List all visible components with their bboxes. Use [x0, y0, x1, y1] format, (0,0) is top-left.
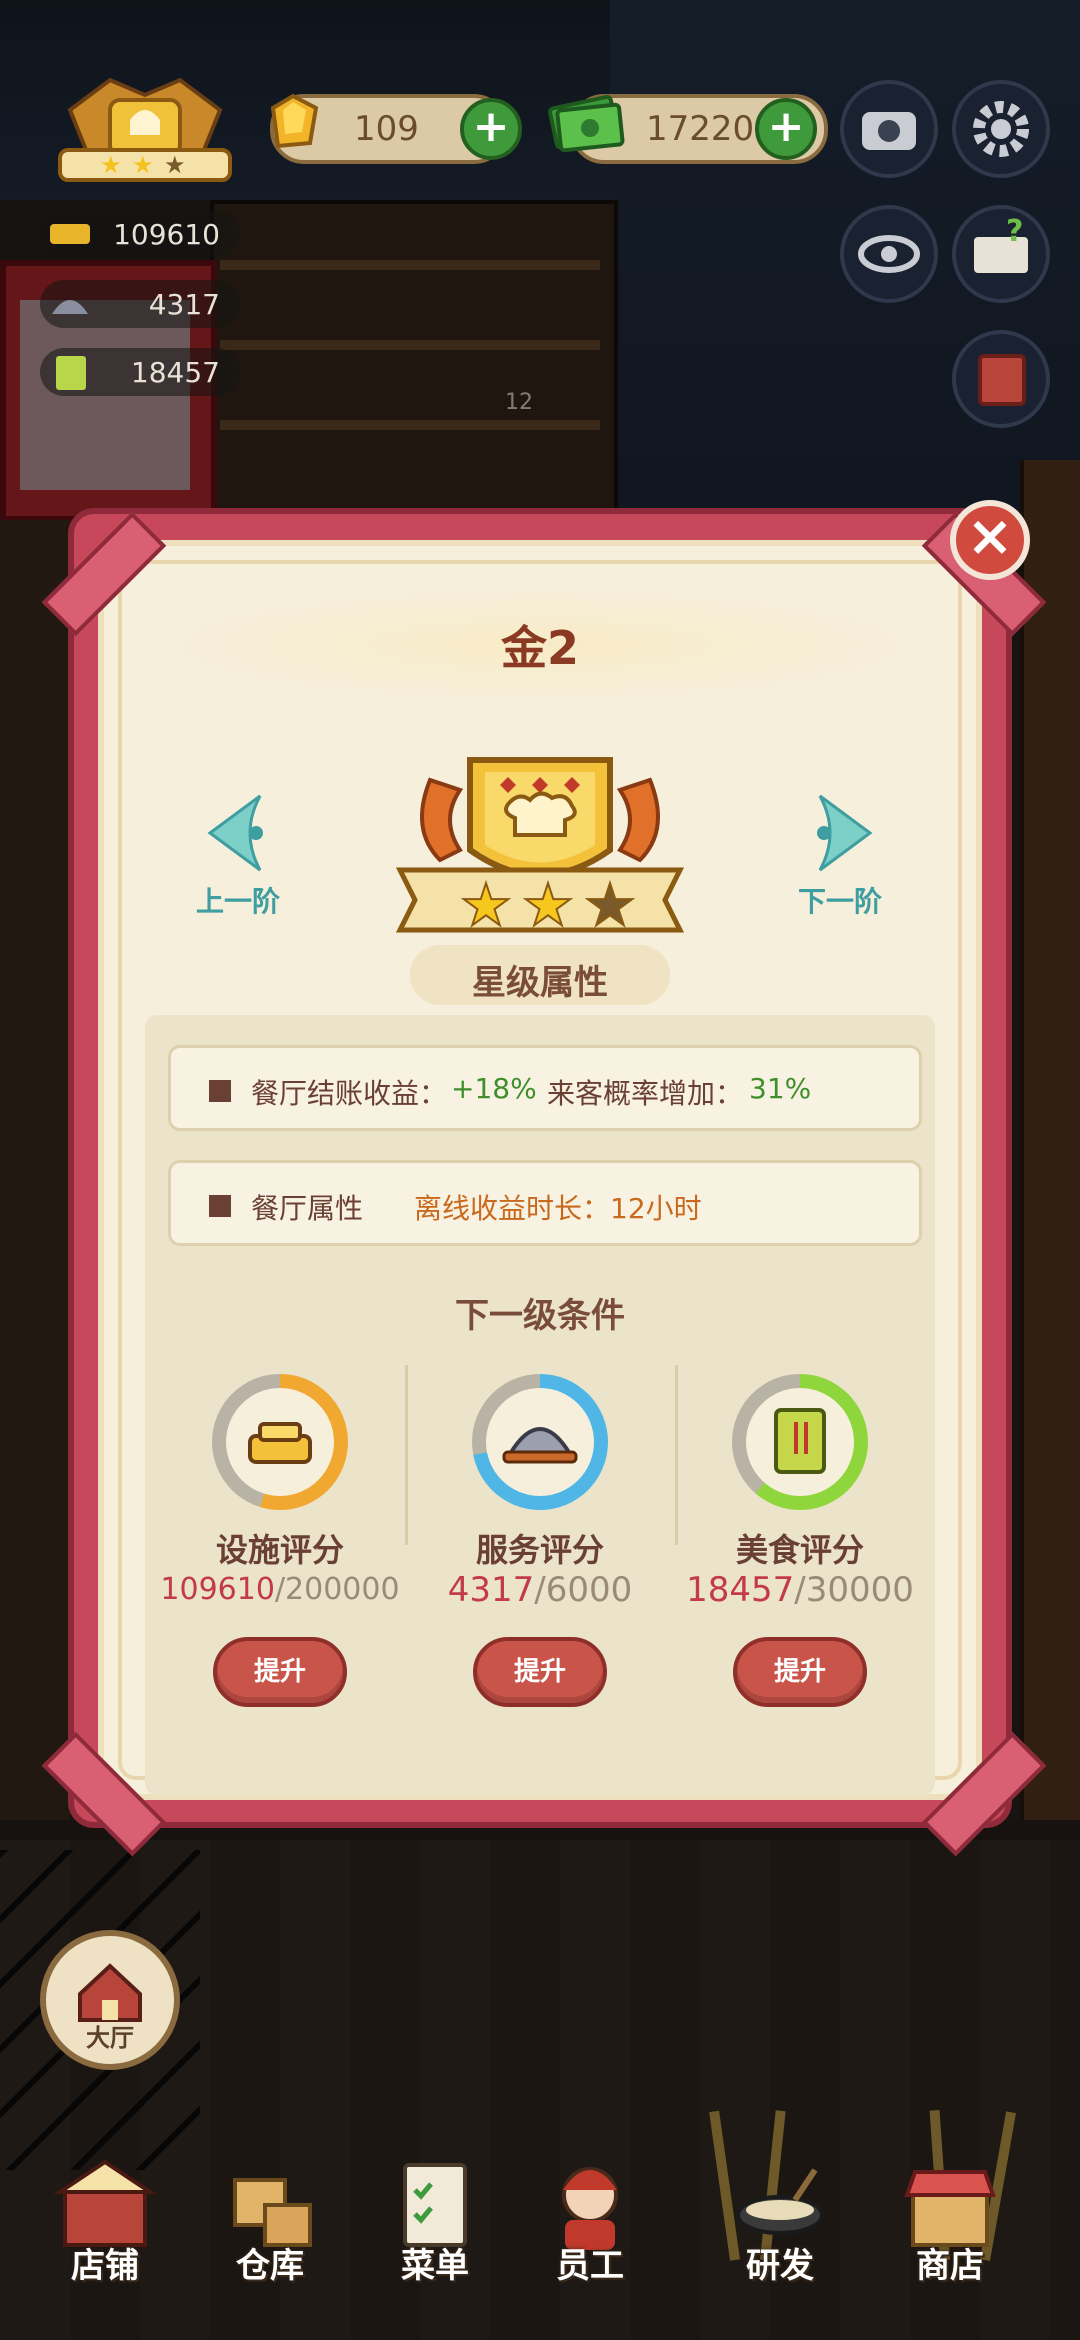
- nav-menu-label: 菜单: [401, 2246, 469, 2286]
- add-cash-button[interactable]: +: [755, 98, 817, 160]
- food-score-target: /30000: [794, 1570, 914, 1610]
- service-cloche-icon: [52, 300, 88, 314]
- gold-rank-badge-icon: ★ ★ ★: [395, 757, 685, 940]
- help-book-icon: ?: [974, 214, 1028, 273]
- service-score-current: 4317: [447, 1570, 535, 1610]
- checkout-attribute-row: 餐厅结账收益： +18% 来客概率增加： 31%: [168, 1045, 922, 1131]
- cloche-icon: [502, 1427, 578, 1464]
- food-score-current: 18457: [686, 1570, 795, 1610]
- nav-warehouse[interactable]: 仓库: [195, 2130, 345, 2340]
- facility-score-value: 109610/200000: [150, 1572, 410, 1607]
- prev-rank-button[interactable]: [200, 790, 280, 876]
- upgrade-food-button[interactable]: 提升: [733, 1637, 867, 1707]
- gear-icon: [973, 101, 1029, 157]
- svg-text:?: ?: [1006, 214, 1023, 249]
- facility-score-current: 109610: [160, 1572, 275, 1607]
- star-empty-icon: ★: [584, 871, 636, 939]
- offline-duration-value: 离线收益时长：12小时: [414, 1192, 702, 1225]
- food-progress-ring: [732, 1374, 868, 1510]
- facility-icon: [248, 1422, 312, 1464]
- recipe-book-icon: [774, 1408, 826, 1474]
- column-divider: [675, 1365, 678, 1545]
- hall-label[interactable]: 大厅: [40, 2018, 180, 2053]
- upgrade-service-button[interactable]: 提升: [473, 1637, 607, 1707]
- service-score-target: /6000: [534, 1570, 633, 1610]
- nav-shop-label: 店铺: [71, 2246, 139, 2286]
- service-score-value: 4317/6000: [410, 1570, 670, 1610]
- food-book-icon: [56, 356, 86, 390]
- service-score-label: 服务评分: [475, 1531, 604, 1569]
- visitor-chance-value: 31%: [749, 1072, 812, 1105]
- checkout-income-label: 餐厅结账收益：: [251, 1077, 448, 1110]
- facility-stat-value: 109610: [113, 217, 220, 251]
- service-progress-ring: [472, 1374, 608, 1510]
- facility-score-target: /200000: [274, 1572, 400, 1607]
- svg-text:★: ★: [164, 151, 186, 179]
- cash-icon: [548, 94, 625, 153]
- upgrade-facility-button[interactable]: 提升: [213, 1637, 347, 1707]
- nav-staff-label: 员工: [556, 2246, 624, 2286]
- view-toggle-button[interactable]: [840, 205, 938, 303]
- eye-icon: [858, 235, 920, 273]
- food-score-label: 美食评分: [735, 1531, 864, 1569]
- checkout-income-value: +18%: [451, 1072, 537, 1105]
- star-filled-icon: ★: [460, 871, 512, 939]
- column-divider: [405, 1365, 408, 1545]
- nav-shop[interactable]: 店铺: [30, 2130, 180, 2340]
- camera-button[interactable]: [840, 80, 938, 178]
- next-rank-label[interactable]: 下一阶: [760, 880, 920, 920]
- guide-button[interactable]: ?: [952, 205, 1050, 303]
- service-stat-value: 4317: [148, 287, 220, 321]
- bullet-square: [209, 1080, 231, 1102]
- food-stat-value: 18457: [130, 355, 220, 389]
- gem-icon: [270, 93, 319, 149]
- nav-store-label: 商店: [916, 2246, 984, 2286]
- food-score-value: 18457/30000: [670, 1570, 930, 1610]
- visitor-chance-label: 来客概率增加：: [547, 1077, 744, 1110]
- next-rank-button[interactable]: [800, 790, 880, 876]
- close-icon: ×: [966, 504, 1014, 569]
- close-button[interactable]: ×: [950, 500, 1030, 580]
- facility-stat: 109610: [40, 210, 240, 258]
- gem-count: 109: [354, 109, 419, 149]
- prev-rank-label[interactable]: 上一阶: [158, 880, 318, 920]
- nav-menu[interactable]: 菜单: [360, 2130, 510, 2340]
- facility-score-label: 设施评分: [215, 1531, 344, 1569]
- restaurant-attribute-row: 餐厅属性 离线收益时长：12小时: [168, 1160, 922, 1246]
- nav-store[interactable]: 商店: [875, 2130, 1025, 2340]
- food-stat: 18457: [40, 348, 240, 396]
- svg-text:★: ★: [132, 151, 154, 179]
- facility-icon: [50, 224, 90, 244]
- service-stat: 4317: [40, 280, 240, 328]
- add-gems-button[interactable]: +: [460, 98, 522, 160]
- recipe-book-button[interactable]: [952, 330, 1050, 428]
- next-level-title: 下一级条件: [455, 1296, 625, 1336]
- star-attributes-title: 星级属性: [472, 963, 608, 1003]
- rank-crest-icon[interactable]: ★ ★ ★: [50, 70, 240, 190]
- recipe-book-icon: [978, 354, 1026, 406]
- rank-title: 金2: [500, 621, 579, 675]
- bullet-square: [209, 1195, 231, 1217]
- restaurant-attribute-label: 餐厅属性: [251, 1192, 364, 1225]
- camera-icon: [862, 112, 916, 150]
- svg-text:★: ★: [100, 151, 122, 179]
- nav-warehouse-label: 仓库: [236, 2246, 304, 2286]
- nav-staff[interactable]: 员工: [515, 2130, 665, 2340]
- nav-research-label: 研发: [746, 2246, 814, 2286]
- star-filled-icon: ★: [522, 871, 574, 939]
- facility-progress-ring: [212, 1374, 348, 1510]
- settings-button[interactable]: [952, 80, 1050, 178]
- nav-research[interactable]: 研发: [705, 2130, 855, 2340]
